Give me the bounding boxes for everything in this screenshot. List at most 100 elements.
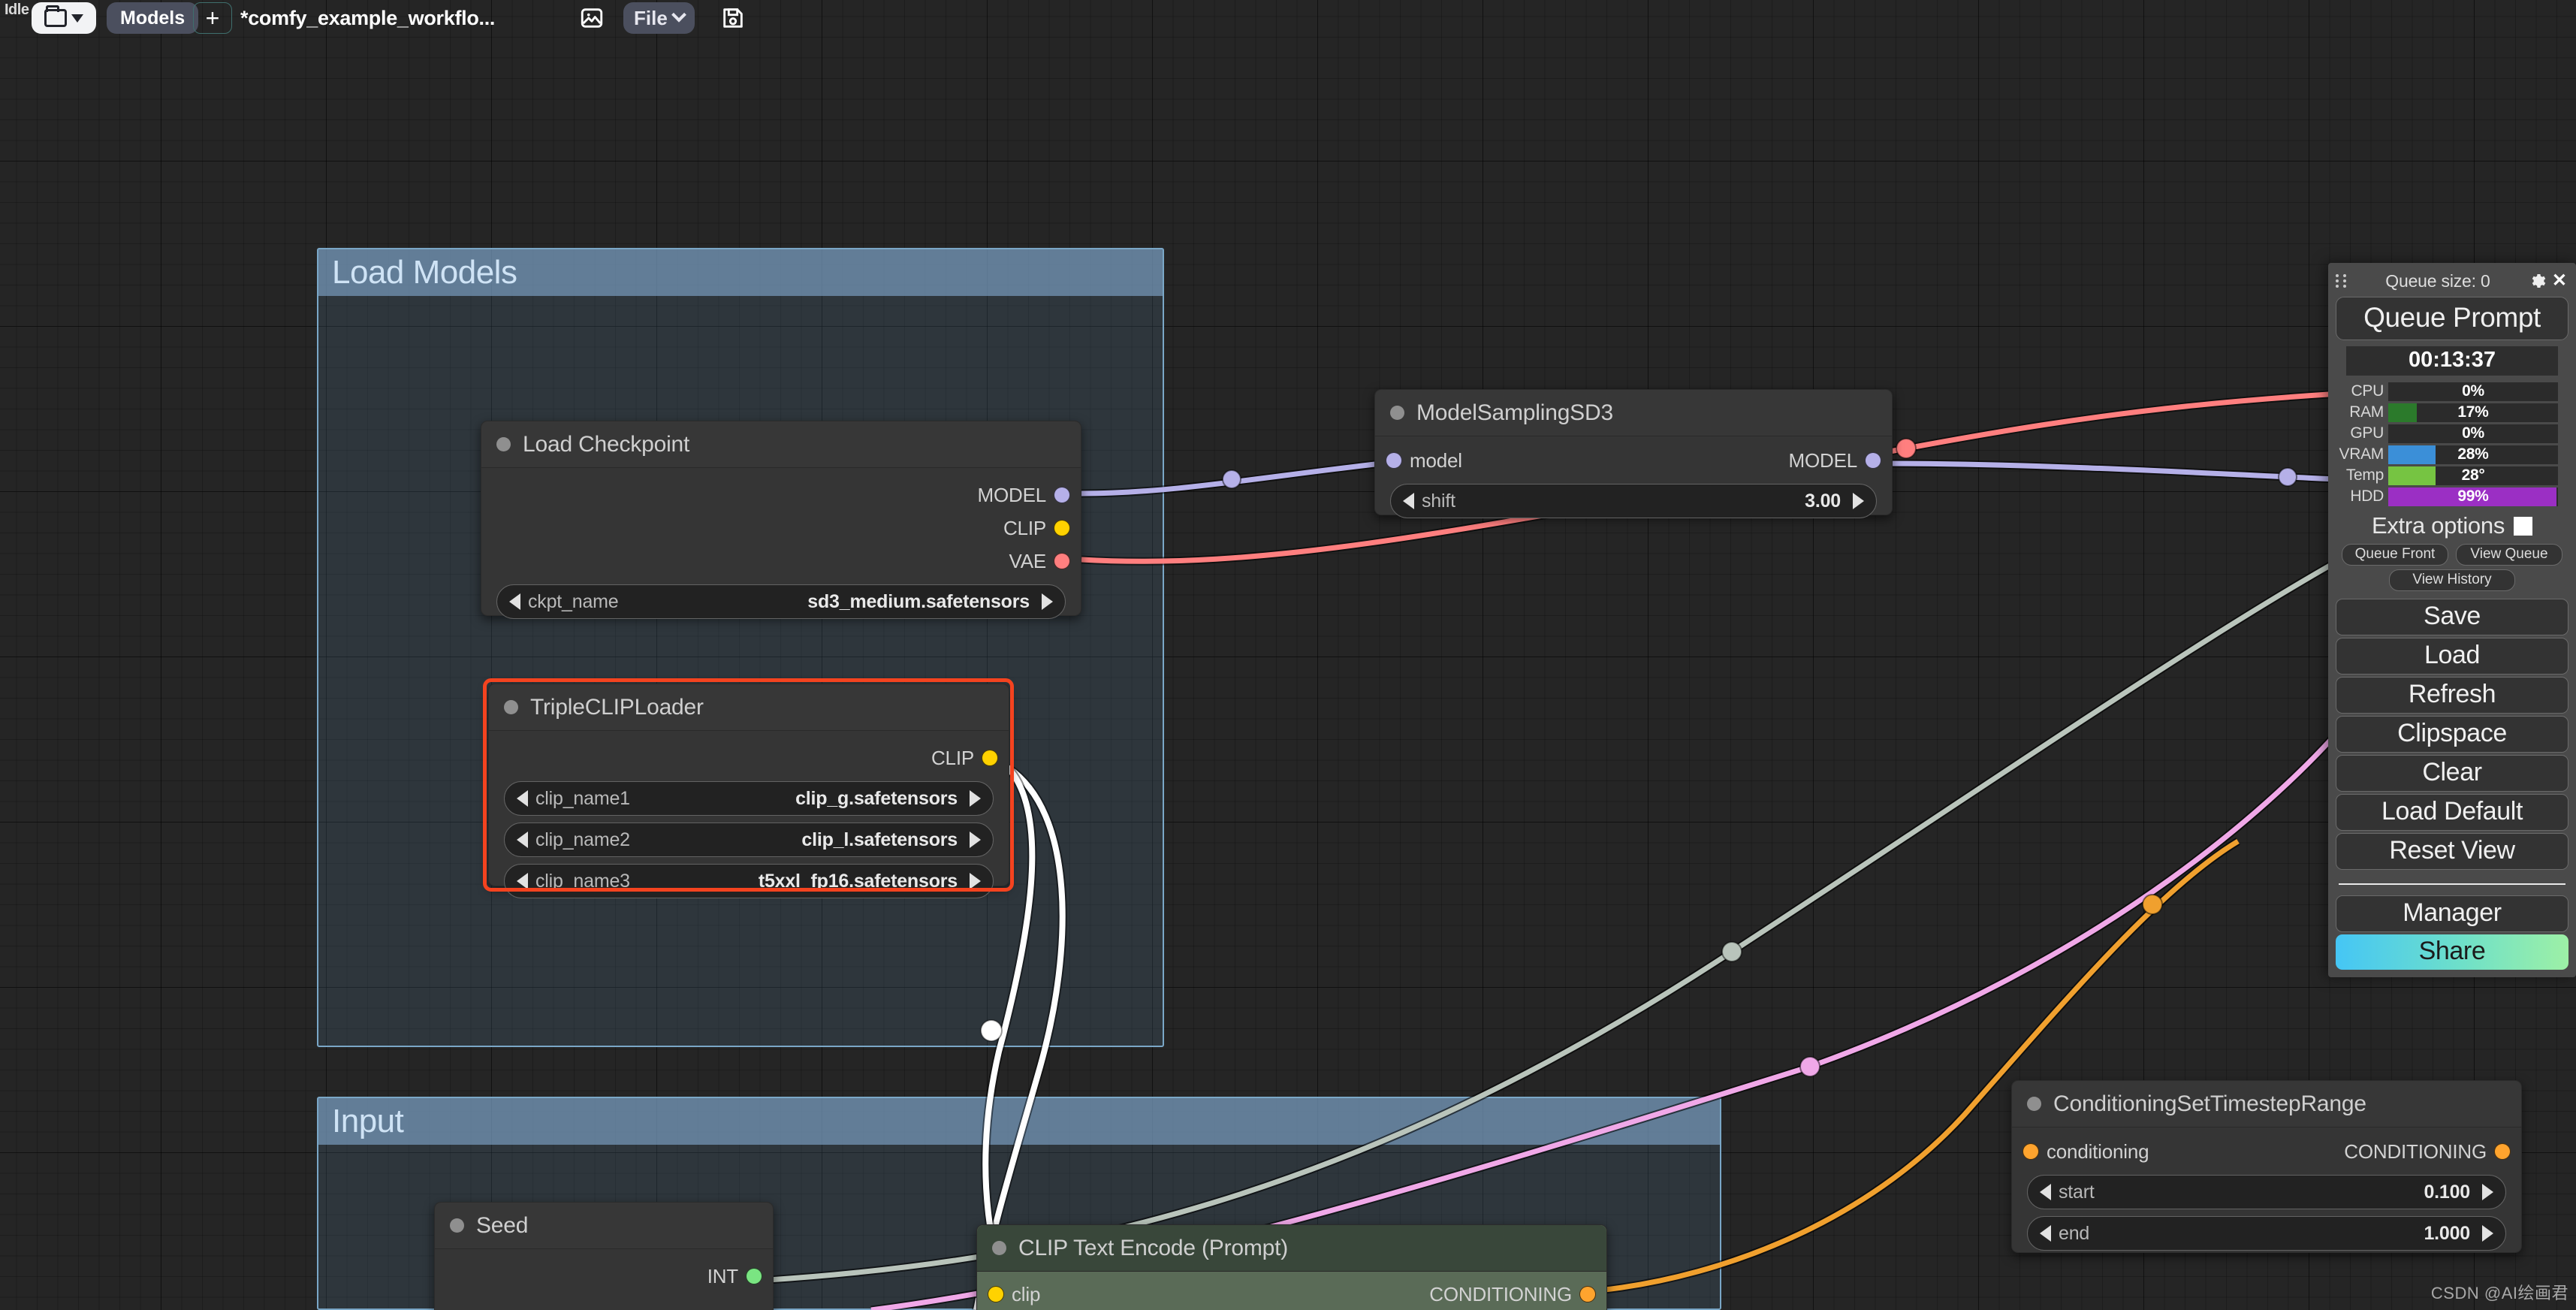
output-slot-clip[interactable]: CLIP xyxy=(489,741,1009,774)
collapse-dot-icon[interactable] xyxy=(496,437,511,451)
collapse-dot-icon[interactable] xyxy=(2027,1097,2041,1111)
workflows-folder-button[interactable] xyxy=(32,2,96,34)
gear-icon[interactable] xyxy=(2528,272,2546,290)
slot-label: model xyxy=(1410,448,1462,472)
node-model-sampling-sd3[interactable]: ModelSamplingSD3 model MODEL shift 3.00 xyxy=(1374,389,1893,518)
monitor-label: HDD xyxy=(2350,487,2384,505)
load-default-button[interactable]: Load Default xyxy=(2336,794,2568,831)
monitor-label: VRAM xyxy=(2339,445,2384,463)
port-conditioning-in[interactable] xyxy=(2022,1143,2039,1160)
next-arrow-icon[interactable] xyxy=(970,873,981,889)
load-button[interactable]: Load xyxy=(2336,638,2568,675)
prev-arrow-icon[interactable] xyxy=(1403,493,1414,509)
panel-header[interactable]: Queue size: 0 ✕ xyxy=(2336,267,2568,294)
prev-arrow-icon[interactable] xyxy=(2040,1184,2051,1200)
queue-front-button[interactable]: Queue Front xyxy=(2342,544,2448,566)
clipspace-button[interactable]: Clipspace xyxy=(2336,716,2568,753)
widget-start[interactable]: start 0.100 xyxy=(2027,1175,2506,1209)
output-slot-model[interactable]: MODEL xyxy=(481,478,1081,512)
file-menu-button[interactable]: File xyxy=(623,2,695,34)
close-icon[interactable]: ✕ xyxy=(2550,272,2568,290)
port-clip-in[interactable] xyxy=(988,1286,1004,1302)
slot-label: conditioning xyxy=(2047,1139,2149,1163)
port-clip-out[interactable] xyxy=(1054,520,1070,536)
manager-button[interactable]: Manager xyxy=(2336,895,2568,932)
workflow-tab-title[interactable]: *comfy_example_workflo... xyxy=(240,2,495,34)
new-tab-button[interactable]: + xyxy=(193,2,232,34)
collapse-dot-icon[interactable] xyxy=(1390,406,1404,420)
prev-arrow-icon[interactable] xyxy=(517,873,528,889)
reset-view-button[interactable]: Reset View xyxy=(2336,833,2568,870)
next-arrow-icon[interactable] xyxy=(1042,593,1053,610)
node-body: CLIP clip_name1 clip_g.safetensors clip_… xyxy=(489,731,1009,910)
node-titlebar[interactable]: CLIP Text Encode (Prompt) xyxy=(977,1225,1606,1272)
prev-arrow-icon[interactable] xyxy=(517,832,528,848)
output-slot-vae[interactable]: VAE xyxy=(481,545,1081,578)
group-load-models[interactable]: Load Models xyxy=(317,248,1164,1047)
node-triple-clip-loader[interactable]: TripleCLIPLoader CLIP clip_name1 clip_g.… xyxy=(488,684,1009,898)
save-workflow-button[interactable] xyxy=(713,2,753,34)
monitor-row: Temp 28° xyxy=(2336,466,2568,485)
prev-arrow-icon[interactable] xyxy=(517,790,528,807)
comfy-menu-panel[interactable]: Queue size: 0 ✕ Queue Prompt 00:13:37 CP… xyxy=(2328,263,2576,977)
node-clip-text-encode[interactable]: CLIP Text Encode (Prompt) clip CONDITION… xyxy=(976,1224,1607,1310)
slot-label: clip xyxy=(1012,1282,1041,1305)
group-header[interactable]: Input xyxy=(318,1098,1720,1145)
port-int-out[interactable] xyxy=(746,1268,762,1284)
share-button[interactable]: Share xyxy=(2336,934,2568,970)
next-arrow-icon[interactable] xyxy=(2482,1225,2493,1242)
widget-clip-name3[interactable]: clip_name3 t5xxl_fp16.safetensors xyxy=(504,864,994,898)
node-seed[interactable]: Seed INT xyxy=(434,1202,774,1310)
image-icon[interactable] xyxy=(571,2,613,34)
save-button[interactable]: Save xyxy=(2336,599,2568,635)
view-queue-button[interactable]: View Queue xyxy=(2456,544,2562,566)
port-vae-out[interactable] xyxy=(1054,553,1070,569)
queue-prompt-button[interactable]: Queue Prompt xyxy=(2336,297,2568,340)
node-load-checkpoint[interactable]: Load Checkpoint MODEL CLIP VAE ckpt_name… xyxy=(481,421,1081,619)
next-arrow-icon[interactable] xyxy=(1853,493,1864,509)
monitor-label: RAM xyxy=(2349,403,2384,421)
collapse-dot-icon[interactable] xyxy=(992,1241,1006,1255)
monitor-bar: 0% xyxy=(2388,424,2558,443)
collapse-dot-icon[interactable] xyxy=(450,1218,464,1233)
port-conditioning-out[interactable] xyxy=(2494,1143,2511,1160)
io-slot-model[interactable]: model MODEL xyxy=(1375,444,1892,477)
extra-options-checkbox[interactable] xyxy=(2514,516,2533,536)
node-body: MODEL CLIP VAE ckpt_name sd3_medium.safe… xyxy=(481,468,1081,631)
drag-handle-icon[interactable] xyxy=(2336,274,2348,288)
widget-shift[interactable]: shift 3.00 xyxy=(1390,484,1877,518)
io-slot-clip[interactable]: clip CONDITIONING xyxy=(977,1278,1606,1310)
node-titlebar[interactable]: Seed xyxy=(435,1203,773,1249)
port-clip-out[interactable] xyxy=(982,750,998,766)
node-conditioning-set-timestep-range[interactable]: ConditioningSetTimestepRange conditionin… xyxy=(2011,1080,2522,1253)
io-slot-conditioning[interactable]: conditioning CONDITIONING xyxy=(2012,1135,2521,1168)
widget-clip-name1[interactable]: clip_name1 clip_g.safetensors xyxy=(504,781,994,816)
output-slot-int[interactable]: INT xyxy=(435,1260,773,1293)
node-titlebar[interactable]: TripleCLIPLoader xyxy=(489,684,1009,731)
widget-end[interactable]: end 1.000 xyxy=(2027,1216,2506,1251)
node-titlebar[interactable]: Load Checkpoint xyxy=(481,421,1081,468)
extra-options-row[interactable]: Extra options xyxy=(2336,512,2568,539)
port-conditioning-out[interactable] xyxy=(1579,1286,1596,1302)
next-arrow-icon[interactable] xyxy=(970,790,981,807)
monitor-bar: 99% xyxy=(2388,487,2558,506)
collapse-dot-icon[interactable] xyxy=(504,700,518,714)
prev-arrow-icon[interactable] xyxy=(509,593,520,610)
prev-arrow-icon[interactable] xyxy=(2040,1225,2051,1242)
group-header[interactable]: Load Models xyxy=(318,249,1163,296)
port-model-in[interactable] xyxy=(1386,452,1402,469)
node-titlebar[interactable]: ModelSamplingSD3 xyxy=(1375,390,1892,436)
widget-ckpt-name[interactable]: ckpt_name sd3_medium.safetensors xyxy=(496,584,1066,619)
port-model-out[interactable] xyxy=(1054,487,1070,503)
output-slot-clip[interactable]: CLIP xyxy=(481,512,1081,545)
monitor-row: GPU 0% xyxy=(2336,424,2568,443)
next-arrow-icon[interactable] xyxy=(970,832,981,848)
models-tab[interactable]: Models xyxy=(107,2,199,34)
node-titlebar[interactable]: ConditioningSetTimestepRange xyxy=(2012,1081,2521,1127)
port-model-out[interactable] xyxy=(1865,452,1881,469)
clear-button[interactable]: Clear xyxy=(2336,755,2568,792)
widget-clip-name2[interactable]: clip_name2 clip_l.safetensors xyxy=(504,823,994,857)
refresh-button[interactable]: Refresh xyxy=(2336,677,2568,714)
next-arrow-icon[interactable] xyxy=(2482,1184,2493,1200)
view-history-button[interactable]: View History xyxy=(2389,569,2515,591)
